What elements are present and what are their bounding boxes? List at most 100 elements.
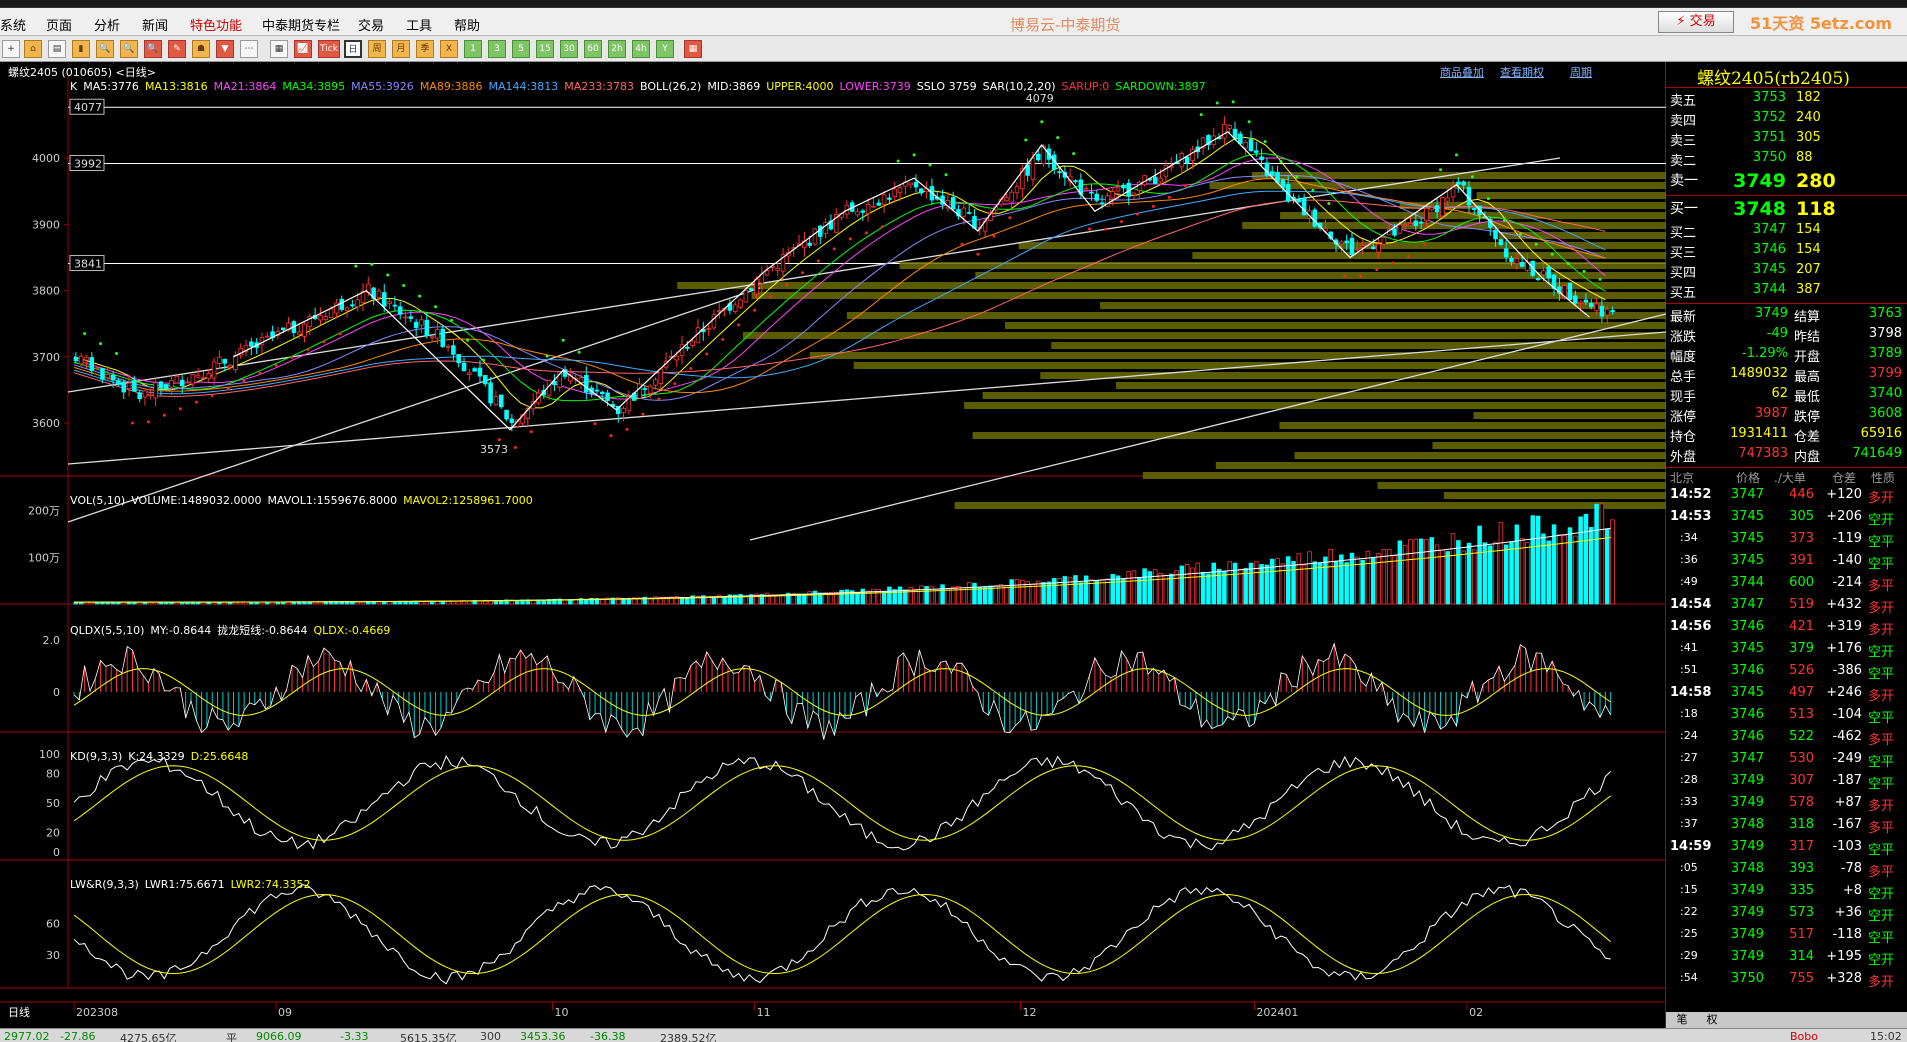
zoom-out-icon[interactable]: 🔍 bbox=[120, 40, 138, 58]
period-day-button[interactable]: 日 bbox=[344, 40, 362, 58]
layout-icon[interactable]: ▤ bbox=[48, 40, 66, 58]
period-1min-button[interactable]: 1 bbox=[464, 40, 482, 58]
calendar-icon[interactable]: ▦ bbox=[684, 40, 702, 58]
stat-value: 3798 bbox=[1868, 326, 1902, 341]
window-title-strip bbox=[0, 0, 1907, 8]
candle-body bbox=[732, 304, 738, 312]
candle-body bbox=[1355, 248, 1360, 251]
sar-dot bbox=[465, 338, 469, 342]
draw-line-icon[interactable]: ✎ bbox=[168, 40, 186, 58]
filter-icon[interactable]: ▼ bbox=[216, 40, 234, 58]
stat-label: 内盘 bbox=[1794, 450, 1821, 465]
kline-chart-area[interactable]: 4000 3900 3800 3700 3600 4077 3992 3841 4079 3573… bbox=[0, 62, 1666, 1028]
candle-body bbox=[1110, 191, 1115, 199]
stat-value: 3749 bbox=[1754, 306, 1788, 321]
home-icon[interactable]: ⌂ bbox=[24, 40, 42, 58]
toolbar-add-button[interactable]: + bbox=[2, 40, 20, 58]
stat-label: 结算 bbox=[1794, 310, 1821, 325]
candle-body bbox=[498, 394, 504, 408]
menu-system[interactable]: 系统 bbox=[0, 15, 26, 34]
period-x-button[interactable]: X bbox=[440, 40, 458, 58]
sar-dot bbox=[944, 173, 948, 177]
stamp-icon[interactable]: ☗ bbox=[192, 40, 210, 58]
x-axis-label: 12 bbox=[1022, 1006, 1036, 1019]
period-3min-button[interactable]: 3 bbox=[488, 40, 506, 58]
period-4h-button[interactable]: 4h bbox=[632, 40, 650, 58]
volume-bar bbox=[1381, 549, 1387, 605]
tab-ticks[interactable]: 笔 bbox=[1668, 1012, 1696, 1028]
search-icon[interactable]: 🔍 bbox=[144, 40, 162, 58]
tab-rights[interactable]: 权 bbox=[1698, 1012, 1726, 1028]
volume-profile-bar bbox=[964, 402, 1666, 409]
ask-row: 卖二 3750 88 bbox=[1666, 150, 1907, 170]
menu-help[interactable]: 帮助 bbox=[454, 15, 480, 34]
menu-analysis[interactable]: 分析 bbox=[94, 15, 120, 34]
status-item: 平 bbox=[226, 1032, 237, 1042]
overlay-commodity-link[interactable]: 商品叠加 bbox=[1440, 64, 1484, 80]
period-30min-button[interactable]: 30 bbox=[560, 40, 578, 58]
sar-dot bbox=[481, 358, 485, 362]
menu-special-features[interactable]: 特色功能 bbox=[190, 15, 242, 34]
tick-time: :37 bbox=[1680, 817, 1698, 830]
period-5min-button[interactable]: 5 bbox=[512, 40, 530, 58]
candle-body bbox=[1232, 128, 1238, 139]
volume-bar bbox=[1392, 555, 1397, 605]
volume-bar bbox=[934, 588, 940, 605]
menu-page[interactable]: 页面 bbox=[46, 15, 72, 34]
tick-price: 3746 bbox=[1730, 729, 1764, 744]
volume-profile-bar bbox=[1051, 342, 1666, 349]
tick-row: :49 3744 600 -214 多平 bbox=[1666, 575, 1907, 597]
sar-dot bbox=[545, 354, 549, 358]
period-2h-button[interactable]: 2h bbox=[608, 40, 626, 58]
volume-bar bbox=[1051, 578, 1057, 605]
stat-value: -1.29% bbox=[1742, 346, 1788, 361]
period-15min-button[interactable]: 15 bbox=[536, 40, 554, 58]
volume-bar bbox=[1094, 579, 1100, 605]
grid-icon[interactable]: ▦ bbox=[270, 40, 288, 58]
tick-row: :27 3747 530 -249 空平 bbox=[1666, 751, 1907, 773]
volume-bar bbox=[1275, 558, 1280, 605]
tick-price: 3749 bbox=[1730, 839, 1764, 854]
more-icon[interactable]: ⋯ bbox=[240, 40, 258, 58]
tick-volume: 318 bbox=[1789, 817, 1814, 832]
zoom-in-icon[interactable]: 🔍 bbox=[96, 40, 114, 58]
period-60min-button[interactable]: 60 bbox=[584, 40, 602, 58]
candle-body bbox=[1392, 228, 1397, 236]
legend-item: MA89:3886 bbox=[419, 80, 483, 93]
trade-button[interactable]: ⚡ 交易 bbox=[1658, 11, 1734, 33]
view-options-link[interactable]: 查看期权 bbox=[1500, 64, 1544, 80]
bar-icon[interactable]: ▮ bbox=[72, 40, 90, 58]
volume-bar bbox=[887, 586, 892, 605]
tick-price: 3747 bbox=[1730, 597, 1764, 612]
menu-zhongtai-column[interactable]: 中泰期货专栏 bbox=[262, 15, 340, 34]
sar-dot bbox=[386, 273, 390, 277]
line-chart-icon[interactable]: 📈 bbox=[294, 40, 312, 58]
period-year-button[interactable]: Y bbox=[656, 40, 674, 58]
period-quarter-button[interactable]: 季 bbox=[416, 40, 434, 58]
candle-body bbox=[148, 393, 153, 396]
bid-row: 买一 3748 118 bbox=[1666, 198, 1907, 222]
period-week-button[interactable]: 周 bbox=[368, 40, 386, 58]
menu-tools[interactable]: 工具 bbox=[406, 15, 432, 34]
candle-body bbox=[387, 301, 392, 304]
period-link[interactable]: 周期 bbox=[1570, 64, 1592, 80]
tick-nature: 空平 bbox=[1868, 667, 1895, 682]
candle-body bbox=[674, 355, 679, 361]
period-tick-button[interactable]: Tick bbox=[318, 40, 340, 58]
period-month-button[interactable]: 月 bbox=[392, 40, 410, 58]
tick-price: 3746 bbox=[1730, 663, 1764, 678]
tick-price: 3744 bbox=[1730, 575, 1764, 590]
volume-bar bbox=[945, 588, 951, 605]
volume-bar bbox=[1456, 540, 1461, 605]
sar-dot bbox=[609, 434, 613, 438]
x-axis-period-label: 日线 bbox=[8, 1005, 30, 1019]
volume-bar bbox=[1328, 548, 1333, 605]
menu-trade[interactable]: 交易 bbox=[358, 15, 384, 34]
candle-body bbox=[1009, 191, 1014, 203]
candle-body bbox=[100, 367, 105, 380]
panel-separator bbox=[1666, 195, 1907, 196]
menu-news[interactable]: 新闻 bbox=[142, 15, 168, 34]
legend-item: KD(9,3,3) bbox=[70, 750, 123, 763]
sar-dot bbox=[1263, 140, 1267, 144]
sar-dot bbox=[194, 400, 198, 404]
